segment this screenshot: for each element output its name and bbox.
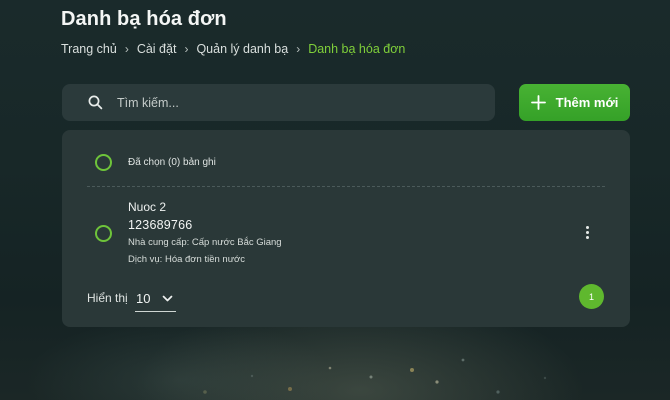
chevron-down-icon [162,295,173,302]
search-box[interactable] [62,84,495,121]
breadcrumb-separator: › [124,42,129,56]
select-all-radio[interactable] [95,154,112,171]
plus-icon [530,95,546,110]
page-size-label: Hiển thị [87,291,128,305]
contact-service: Dịch vụ: Hóa đơn tiền nước [128,254,246,265]
breadcrumb-settings[interactable]: Cài đặt [137,42,177,56]
page-title: Danh bạ hóa đơn [61,8,227,30]
pagination-page-1[interactable]: 1 [579,284,604,309]
breadcrumb-separator: › [296,42,301,56]
page-size-select[interactable]: 10 [135,286,176,312]
breadcrumb-contact-management[interactable]: Quản lý danh bạ [196,42,288,56]
breadcrumb-home[interactable]: Trang chủ [61,42,117,56]
breadcrumb-current: Danh bạ hóa đơn [308,42,406,56]
add-new-button[interactable]: Thêm mới [519,84,630,121]
search-input[interactable] [115,94,479,111]
contact-name: Nuoc 2 [128,200,167,214]
contact-account-number: 123689766 [128,218,193,232]
divider [87,186,605,187]
add-new-label: Thêm mới [555,95,619,110]
row-select-radio[interactable] [95,225,112,242]
search-icon [88,95,103,110]
bill-contacts-panel: Đã chọn (0) bản ghi Nuoc 2 123689766 Nhà… [62,130,630,327]
selected-count-text: Đã chọn (0) bản ghi [128,157,216,168]
breadcrumb-separator: › [184,42,189,56]
more-vertical-icon[interactable] [581,224,593,240]
contact-provider: Nhà cung cấp: Cấp nước Bắc Giang [128,237,282,248]
breadcrumb: Trang chủ › Cài đặt › Quản lý danh bạ › … [61,42,405,56]
page-size-value: 10 [136,291,151,306]
